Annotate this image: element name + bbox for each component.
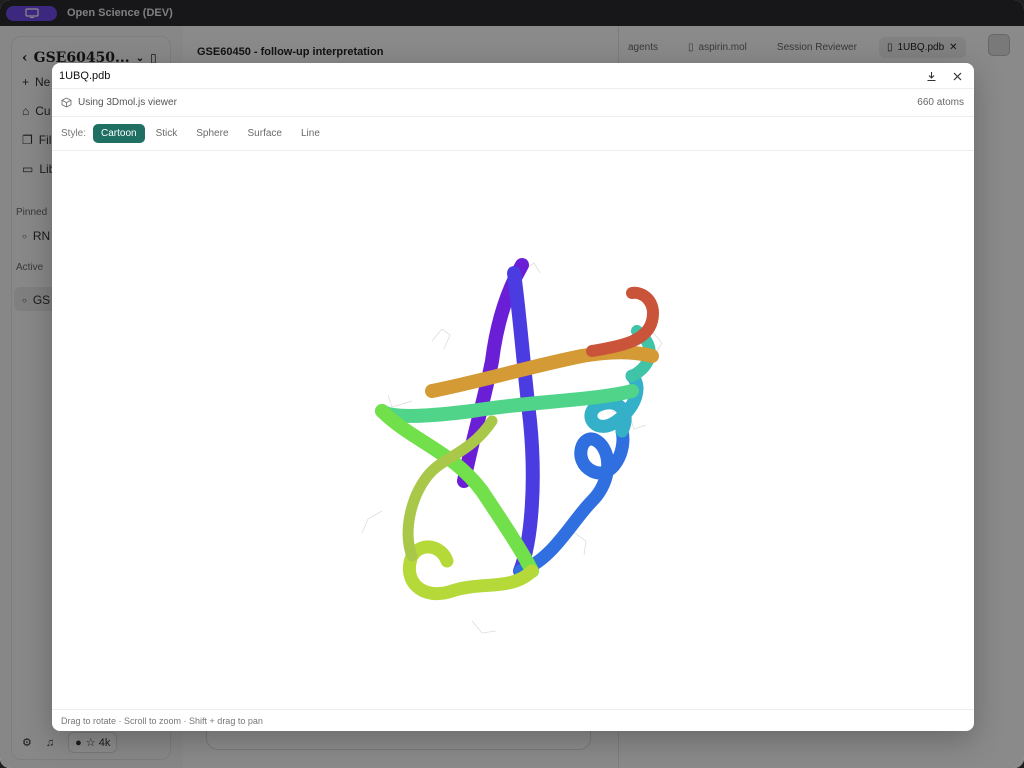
- style-cartoon-button[interactable]: Cartoon: [93, 124, 145, 143]
- style-surface-button[interactable]: Surface: [240, 124, 290, 143]
- cube-icon: [61, 97, 72, 108]
- viewer-info-text: Using 3Dmol.js viewer: [78, 97, 177, 108]
- style-sphere-button[interactable]: Sphere: [188, 124, 236, 143]
- modal-title: 1UBQ.pdb: [59, 69, 111, 82]
- molecule-viewer-canvas[interactable]: [52, 151, 974, 708]
- modal-header: 1UBQ.pdb: [52, 63, 974, 89]
- style-label: Style:: [61, 128, 87, 139]
- close-icon[interactable]: [950, 69, 964, 83]
- style-line-button[interactable]: Line: [293, 124, 328, 143]
- protein-cartoon-render: [361, 258, 663, 634]
- app-window: Open Science (DEV) ‹ GSE60450... ⌄ ▯ + N…: [0, 0, 1024, 768]
- viewer-hint: Drag to rotate · Scroll to zoom · Shift …: [52, 709, 974, 731]
- style-toolbar: Style: Cartoon Stick Sphere Surface Line: [52, 117, 974, 151]
- download-icon[interactable]: [924, 69, 938, 83]
- atom-count: 660 atoms: [917, 97, 964, 108]
- viewer-info-bar: Using 3Dmol.js viewer 660 atoms: [52, 89, 974, 117]
- molecule-viewer-modal: 1UBQ.pdb Using 3Dmol.js viewer 660 atoms…: [52, 63, 974, 731]
- style-stick-button[interactable]: Stick: [148, 124, 186, 143]
